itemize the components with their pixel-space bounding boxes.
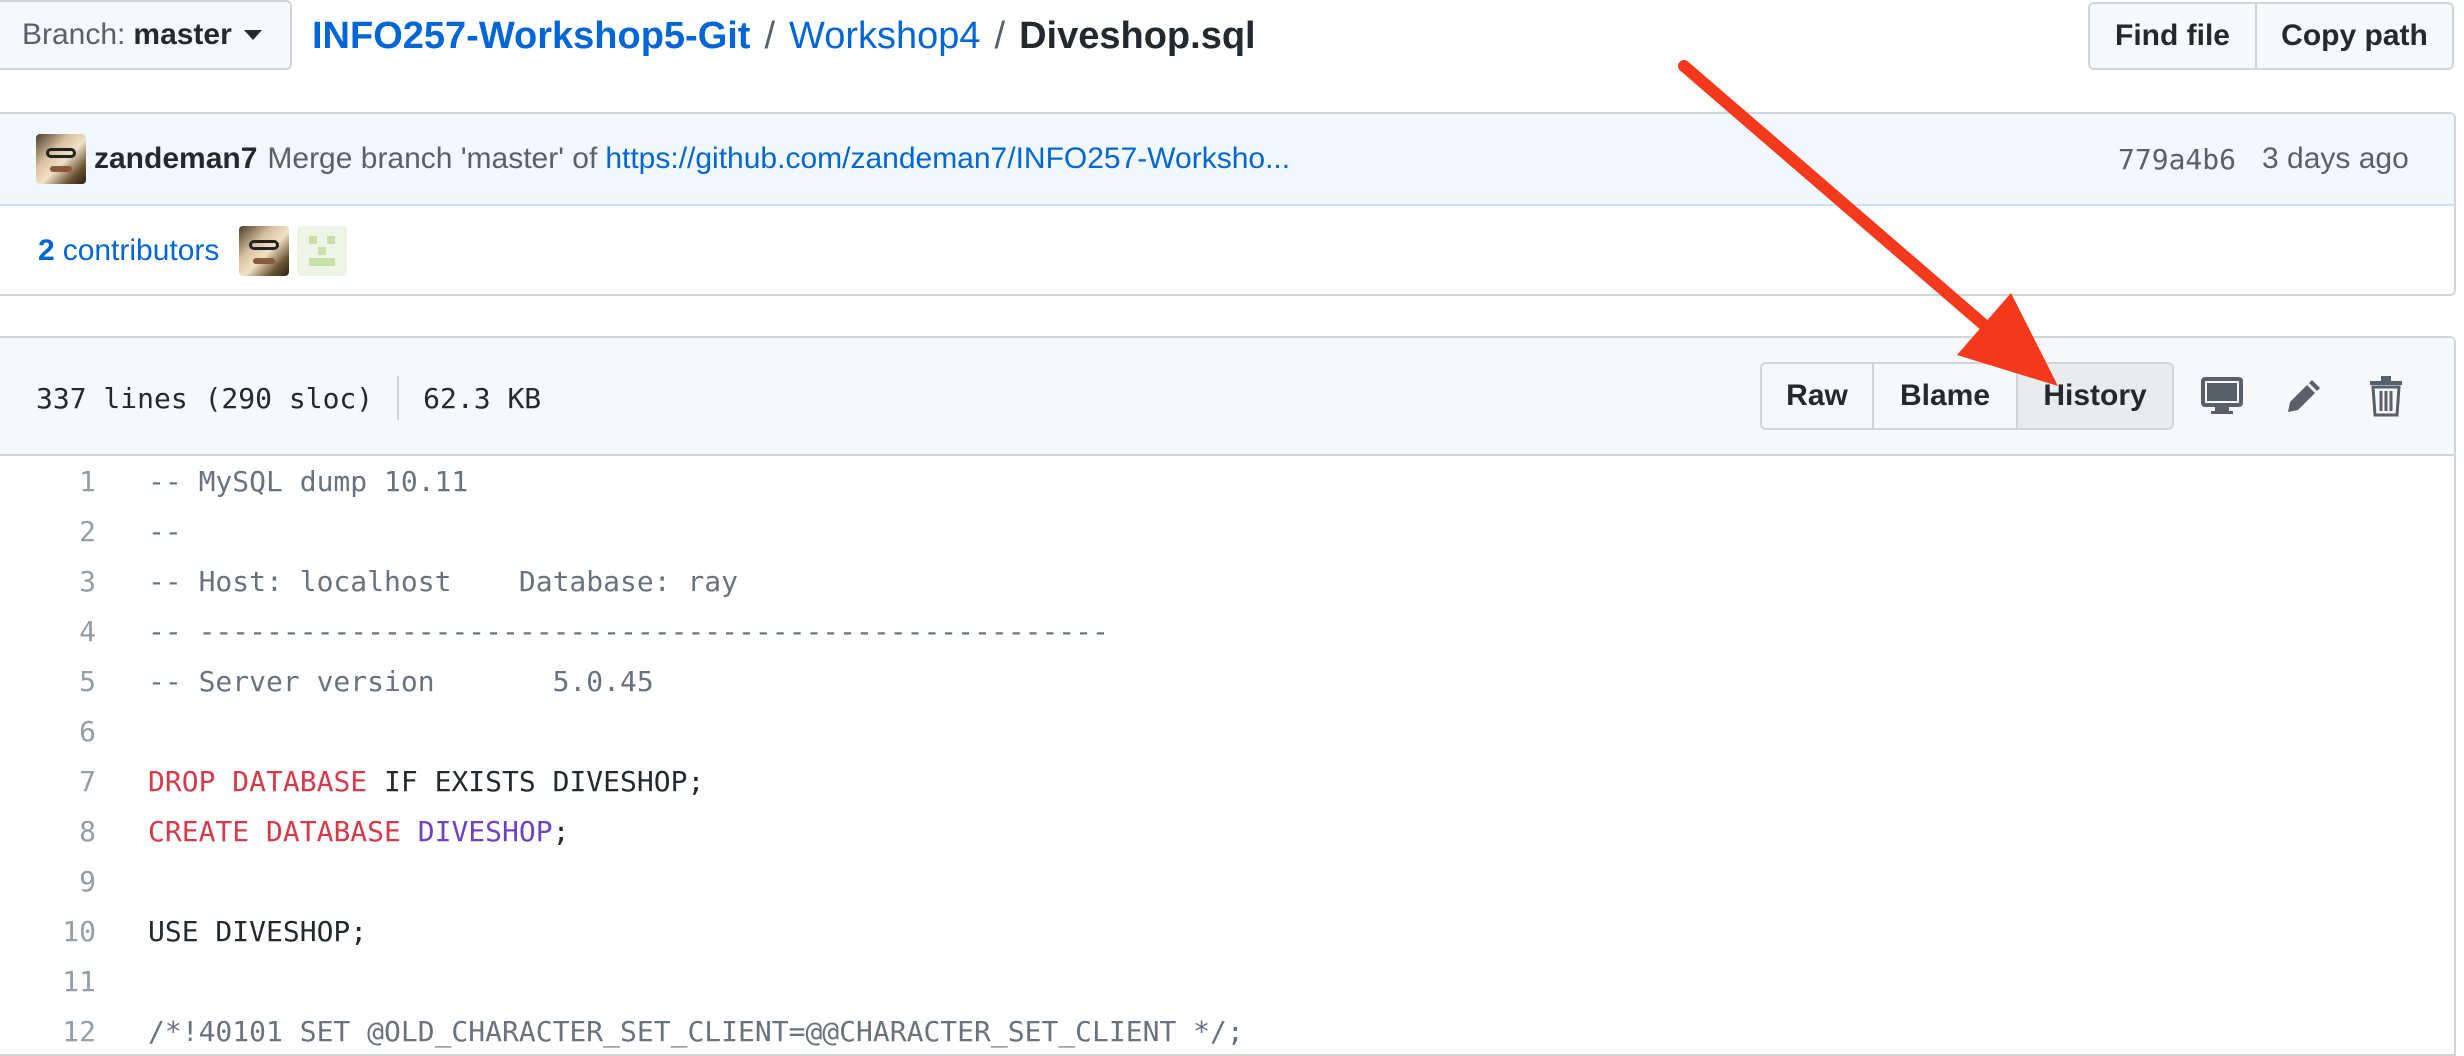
breadcrumb-repo-link[interactable]: INFO257-Workshop5-Git [312,15,750,58]
code-token: -- [148,514,182,548]
line-number[interactable]: 11 [0,965,98,998]
line-number[interactable]: 6 [0,715,98,748]
breadcrumb-dir-link[interactable]: Workshop4 [789,15,981,58]
code-view: 1 -- MySQL dump 10.11 2 -- 3 -- Host: localho… [0,456,2454,1054]
code-line: 2 -- [0,506,2454,556]
branch-value: master [133,18,232,51]
code-token: DATABASE [232,764,368,798]
branch-label: Branch: [22,18,126,51]
code-token: DATABASE [266,814,401,848]
line-number[interactable]: 1 [0,465,98,498]
code-token: -- Host: localhost Database: ray [148,564,739,598]
raw-button[interactable]: Raw [1760,362,1874,430]
avatar[interactable] [297,226,348,276]
breadcrumb: INFO257-Workshop5-Git / Workshop4 / Dive… [312,8,1256,64]
avatar[interactable] [36,134,86,184]
breadcrumb-separator: / [994,14,1006,57]
code-token: USE DIVESHOP; [148,914,368,948]
code-text: USE DIVESHOP; [98,915,367,948]
code-line: 10 USE DIVESHOP; [0,906,2454,956]
pencil-icon[interactable] [2280,372,2328,420]
code-token: -- Server version 5.0.45 [148,664,654,698]
code-text: -- Server version 5.0.45 [98,665,654,698]
code-line: 8 CREATE DATABASE DIVESHOP; [0,806,2454,856]
code-token: DIVESHOP [417,814,553,848]
latest-commit-box: zandeman7 Merge branch 'master' of https… [0,112,2456,296]
code-line: 3 -- Host: localhost Database: ray [0,556,2454,606]
code-text: -- MySQL dump 10.11 [98,465,468,498]
line-number[interactable]: 10 [0,915,98,948]
line-number[interactable]: 8 [0,815,98,848]
breadcrumb-file-name: Diveshop.sql [1019,14,1256,57]
branch-selector[interactable]: Branch: master [0,0,292,70]
code-token: /*!40101 SET @OLD_CHARACTER_SET_CLIENT=@… [148,1014,1244,1048]
file-info: 337 lines (290 sloc) 62.3 KB [36,376,541,420]
breadcrumb-separator: / [764,14,776,57]
code-text: /*!40101 SET @OLD_CHARACTER_SET_CLIENT=@… [98,1015,1244,1048]
contributors-row: 2 contributors [0,206,2454,294]
commit-message: Merge branch 'master' of [267,142,598,175]
file-actions: Raw Blame History [1760,362,2174,430]
file-line-count: 337 lines (290 sloc) [36,381,374,415]
line-number[interactable]: 7 [0,765,98,798]
file-size: 62.3 KB [423,381,542,415]
commit-age: 3 days ago [2262,142,2409,175]
code-line: 6 [0,706,2454,756]
line-number[interactable]: 3 [0,565,98,598]
file-viewer: 337 lines (290 sloc) 62.3 KB Raw Blame H… [0,336,2456,1056]
file-nav-actions: Find file Copy path [2088,2,2454,70]
code-line: 5 -- Server version 5.0.45 [0,656,2454,706]
code-text: -- -------------------------------------… [98,615,1109,648]
line-number[interactable]: 12 [0,1015,98,1048]
caret-down-icon [243,30,262,40]
code-token: -- MySQL dump 10.11 [148,464,469,498]
copy-path-button[interactable]: Copy path [2255,2,2454,70]
code-token: ; [552,814,570,848]
code-token: -- -------------------------------------… [148,614,1109,648]
history-button[interactable]: History [2016,362,2174,430]
commit-sha-link[interactable]: 779a4b6 [2118,143,2236,176]
contributors-link[interactable]: 2 contributors [38,234,219,268]
code-line: 1 -- MySQL dump 10.11 [0,456,2454,506]
code-text: -- Host: localhost Database: ray [98,565,738,598]
line-number[interactable]: 5 [0,665,98,698]
file-header: 337 lines (290 sloc) 62.3 KB Raw Blame H… [0,338,2454,456]
code-line: 4 -- ------------------------------------… [0,606,2454,656]
line-number[interactable]: 4 [0,615,98,648]
blame-button[interactable]: Blame [1872,362,2018,430]
find-file-button[interactable]: Find file [2088,2,2257,70]
contributors-label: contributors [62,234,220,267]
code-token: DROP [148,764,216,798]
line-number[interactable]: 2 [0,515,98,548]
commit-message-link[interactable]: https://github.com/zandeman7/INFO257-Wor… [605,142,1290,176]
code-line: 7 DROP DATABASE IF EXISTS DIVESHOP; [0,756,2454,806]
code-text: DROP DATABASE IF EXISTS DIVESHOP; [98,765,704,798]
code-line: 11 [0,956,2454,1006]
line-number[interactable]: 9 [0,865,98,898]
commit-author-link[interactable]: zandeman7 [94,142,257,176]
divider [397,376,400,420]
trash-icon[interactable] [2362,372,2410,420]
code-line: 9 [0,856,2454,906]
commit-row: zandeman7 Merge branch 'master' of https… [0,114,2454,206]
code-text: CREATE DATABASE DIVESHOP; [98,815,569,848]
desktop-icon[interactable] [2198,372,2246,420]
code-line: 12 /*!40101 SET @OLD_CHARACTER_SET_CLIENT… [0,1006,2454,1054]
code-token: CREATE [148,814,250,848]
code-token: IF EXISTS DIVESHOP; [367,764,705,798]
contributors-count: 2 [38,234,55,267]
code-text: -- [98,515,182,548]
avatar[interactable] [239,226,290,276]
